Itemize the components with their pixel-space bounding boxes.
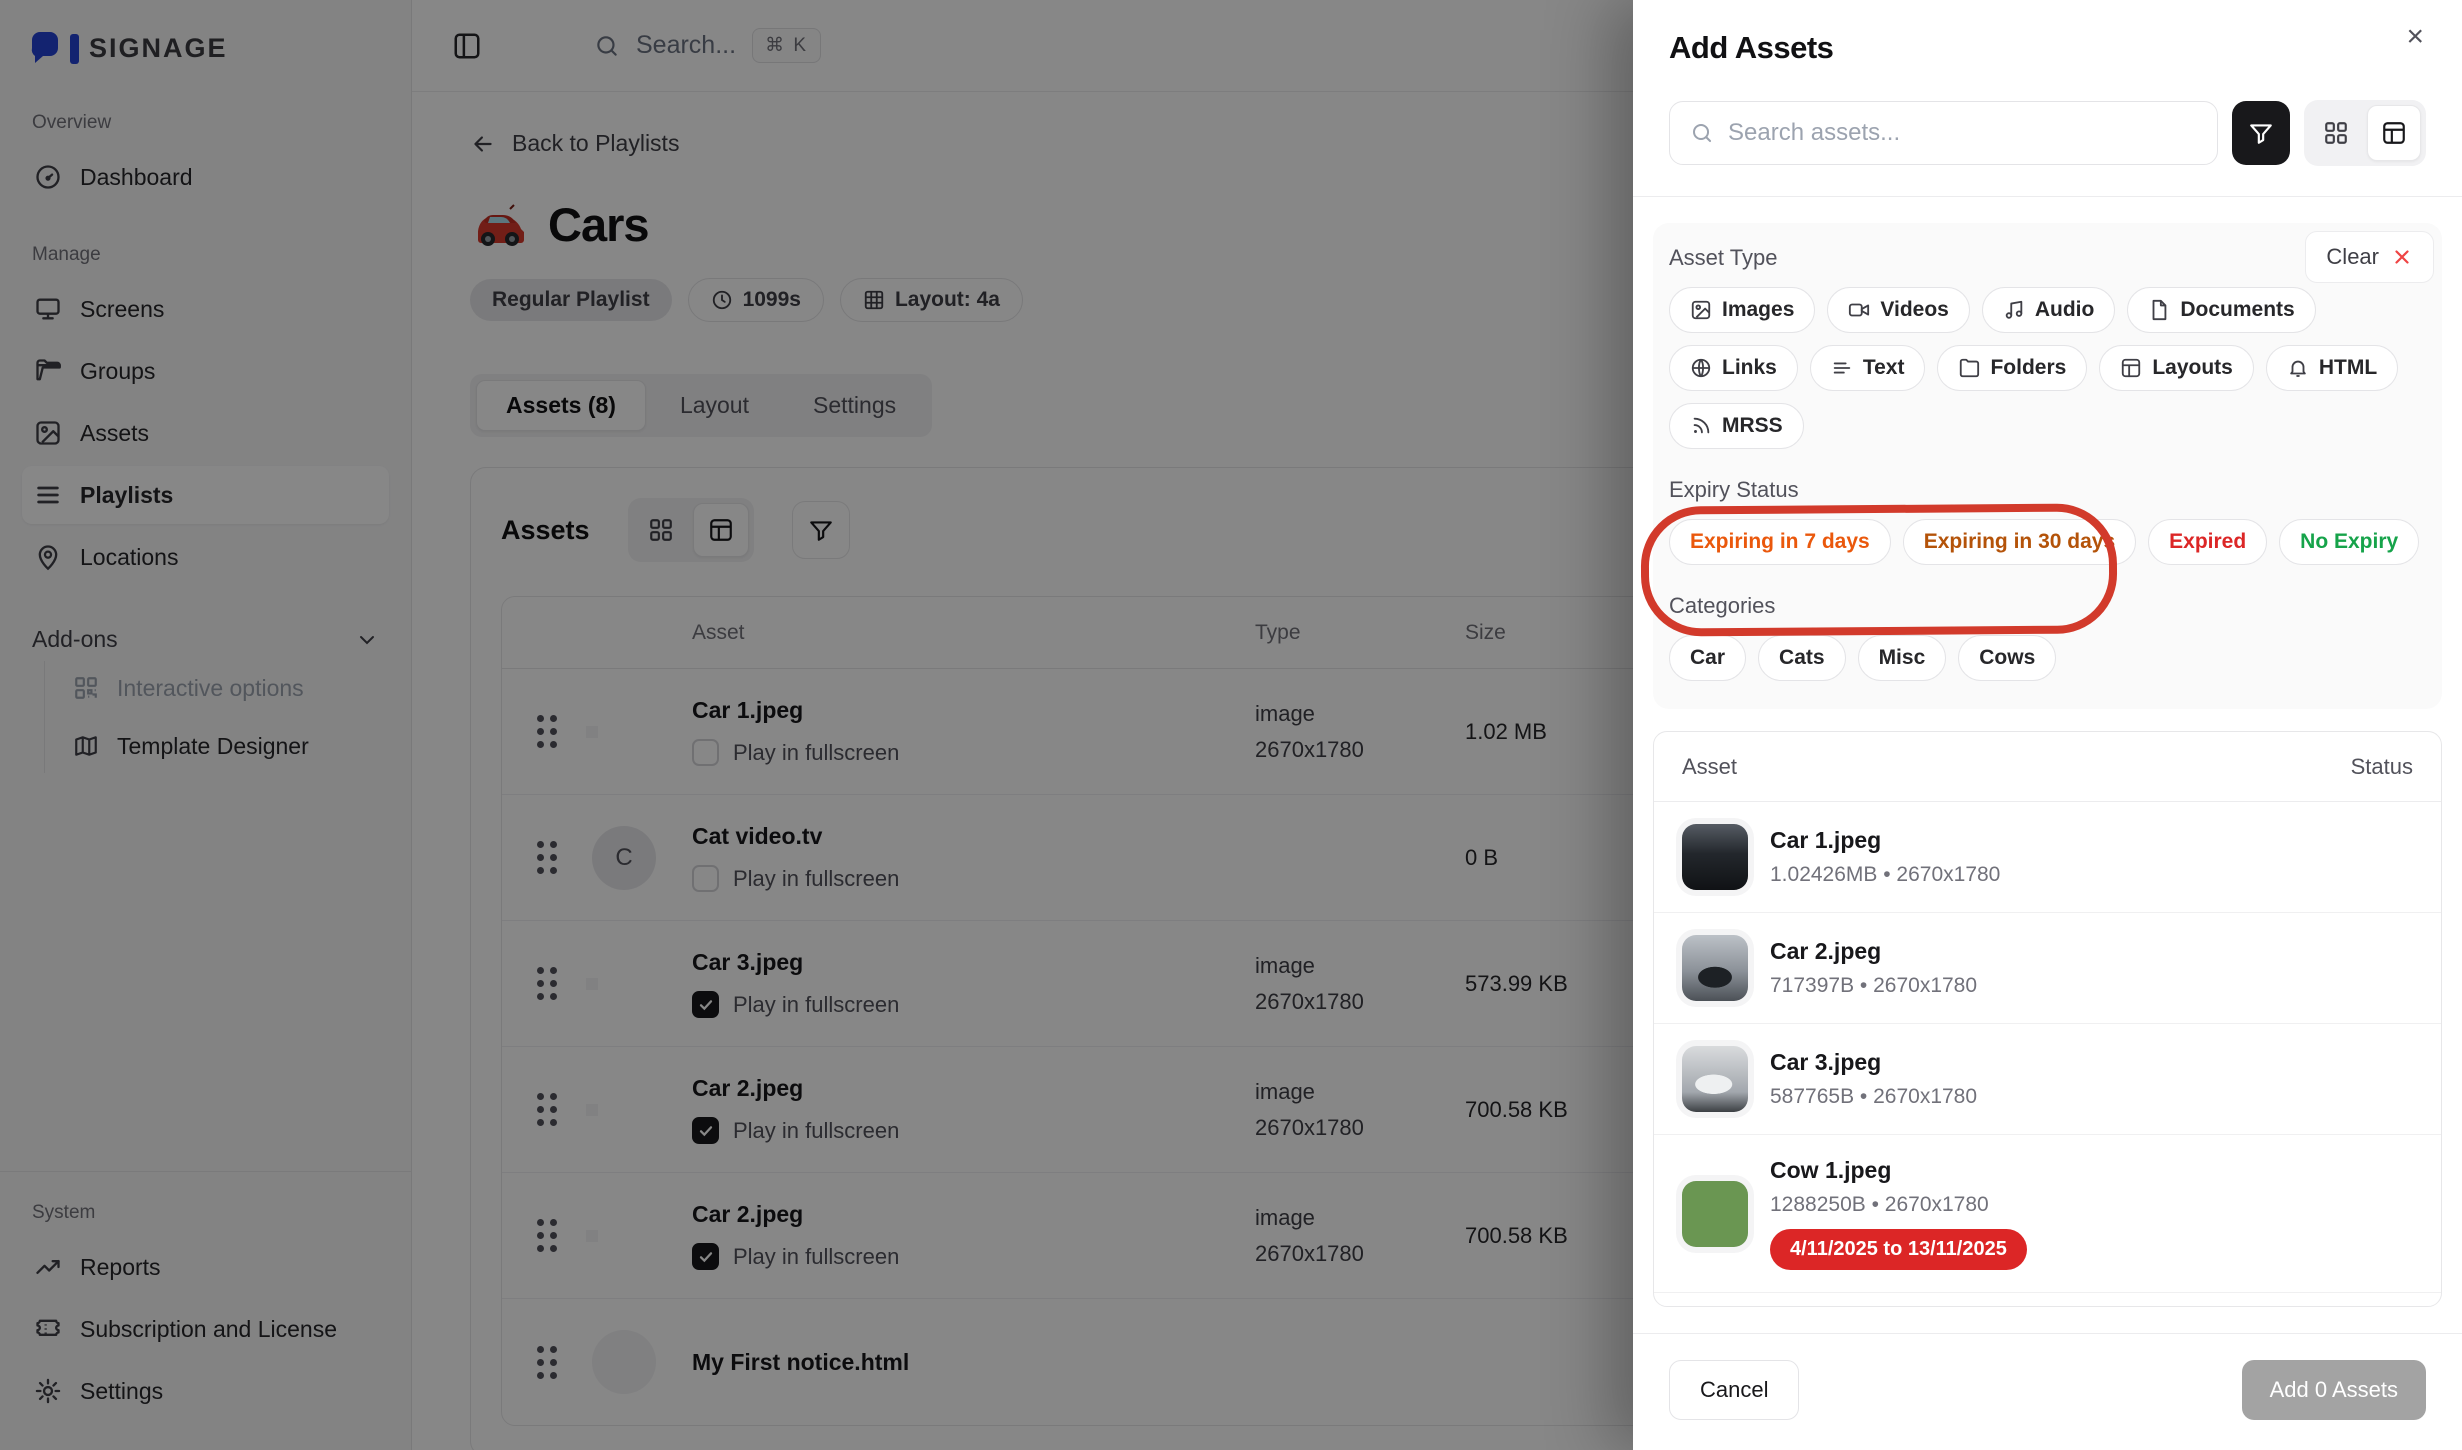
search-icon [1690,120,1714,146]
modal-search-row [1633,100,2462,166]
asset-type-chips: Images Videos Audio Documents Links Text… [1669,287,2426,449]
video-icon [1848,299,1870,321]
asset-meta: 587765B • 2670x1780 [1770,1085,1977,1109]
cancel-button[interactable]: Cancel [1669,1360,1799,1420]
close-icon [2391,246,2413,268]
column-header-status: Status [2351,754,2413,780]
clear-filters-button[interactable]: Clear [2305,231,2434,283]
category-chip-misc[interactable]: Misc [1858,635,1947,681]
asset-type-chip-audio[interactable]: Audio [1982,287,2115,333]
app-root: SIGNAGE Overview Dashboard Manage Screen… [0,0,2462,1450]
asset-type-chip-folders[interactable]: Folders [1937,345,2087,391]
category-chips: Car Cats Misc Cows [1669,635,2426,681]
asset-type-chip-videos[interactable]: Videos [1827,287,1969,333]
asset-search-field[interactable] [1669,101,2218,165]
asset-type-chip-links[interactable]: Links [1669,345,1798,391]
categories-label: Categories [1669,593,2426,619]
modal-asset-row[interactable]: Car 3.jpeg 587765B • 2670x1780 [1654,1024,2441,1135]
file-icon [2148,299,2170,321]
asset-search-input[interactable] [1728,119,2197,147]
asset-type-chip-html[interactable]: HTML [2266,345,2398,391]
category-chip-cows[interactable]: Cows [1958,635,2056,681]
funnel-icon [2248,120,2274,146]
category-chip-car[interactable]: Car [1669,635,1746,681]
modal-list-header: Asset Status [1654,732,2441,802]
expiry-status-chips: Expiring in 7 days Expiring in 30 days E… [1669,519,2426,565]
asset-name: Car 1.jpeg [1770,827,2000,854]
asset-name: Car 2.jpeg [1770,938,1977,965]
expiry-chip-no-expiry[interactable]: No Expiry [2279,519,2419,565]
table-view-icon [2381,120,2407,146]
modal-asset-list: Asset Status Car 1.jpeg 1.02426MB • 2670… [1653,731,2442,1307]
asset-type-chip-layouts[interactable]: Layouts [2099,345,2254,391]
expiry-date-badge: 4/11/2025 to 13/11/2025 [1770,1229,2027,1270]
modal-grid-view-button[interactable] [2309,105,2363,161]
divider [1633,196,2462,197]
text-icon [1831,357,1853,379]
asset-name: Cow 1.jpeg [1770,1157,2027,1184]
asset-type-chip-text[interactable]: Text [1810,345,1926,391]
bell-icon [2287,357,2309,379]
modal-asset-row[interactable]: Car 2.jpeg 717397B • 2670x1780 [1654,913,2441,1024]
modal-asset-row[interactable]: Cow 1.jpeg 1288250B • 2670x1780 4/11/202… [1654,1135,2441,1293]
expiry-status-label: Expiry Status [1669,477,2426,503]
rss-icon [1690,415,1712,437]
asset-thumbnail [1682,935,1748,1001]
layout-icon [2120,357,2142,379]
asset-thumbnail [1682,1181,1748,1247]
asset-type-chip-images[interactable]: Images [1669,287,1815,333]
filters-panel: Clear Asset Type Images Videos Audio Doc… [1653,223,2442,709]
grid-view-icon [2323,120,2349,146]
globe-icon [1690,357,1712,379]
asset-meta: 1.02426MB • 2670x1780 [1770,863,2000,887]
close-icon[interactable]: × [2406,22,2424,52]
music-icon [2003,299,2025,321]
modal-asset-row[interactable]: Car 1.jpeg 1.02426MB • 2670x1780 [1654,802,2441,913]
modal-asset-row[interactable]: Cow 2.jpeg [1654,1293,2441,1307]
modal-filter-button[interactable] [2232,101,2290,165]
column-header-asset: Asset [1682,754,1737,780]
folder-icon [1958,357,1980,379]
add-assets-modal: × Add Assets Clear [1633,0,2462,1450]
asset-thumbnail [1682,824,1748,890]
asset-thumbnail [1682,1046,1748,1112]
modal-view-toggle-group [2304,100,2426,166]
add-assets-button[interactable]: Add 0 Assets [2242,1360,2426,1420]
expiry-chip-7-days[interactable]: Expiring in 7 days [1669,519,1891,565]
expiry-chip-expired[interactable]: Expired [2148,519,2267,565]
category-chip-cats[interactable]: Cats [1758,635,1846,681]
image-icon [1690,299,1712,321]
asset-type-chip-mrss[interactable]: MRSS [1669,403,1804,449]
expiry-chip-30-days[interactable]: Expiring in 30 days [1903,519,2136,565]
modal-table-view-button[interactable] [2367,105,2421,161]
modal-footer: Cancel Add 0 Assets [1633,1333,2462,1450]
modal-title: Add Assets [1633,0,2462,66]
clear-label: Clear [2326,244,2379,270]
asset-type-chip-documents[interactable]: Documents [2127,287,2315,333]
asset-meta: 1288250B • 2670x1780 [1770,1193,2027,1217]
asset-name: Car 3.jpeg [1770,1049,1977,1076]
asset-meta: 717397B • 2670x1780 [1770,974,1977,998]
